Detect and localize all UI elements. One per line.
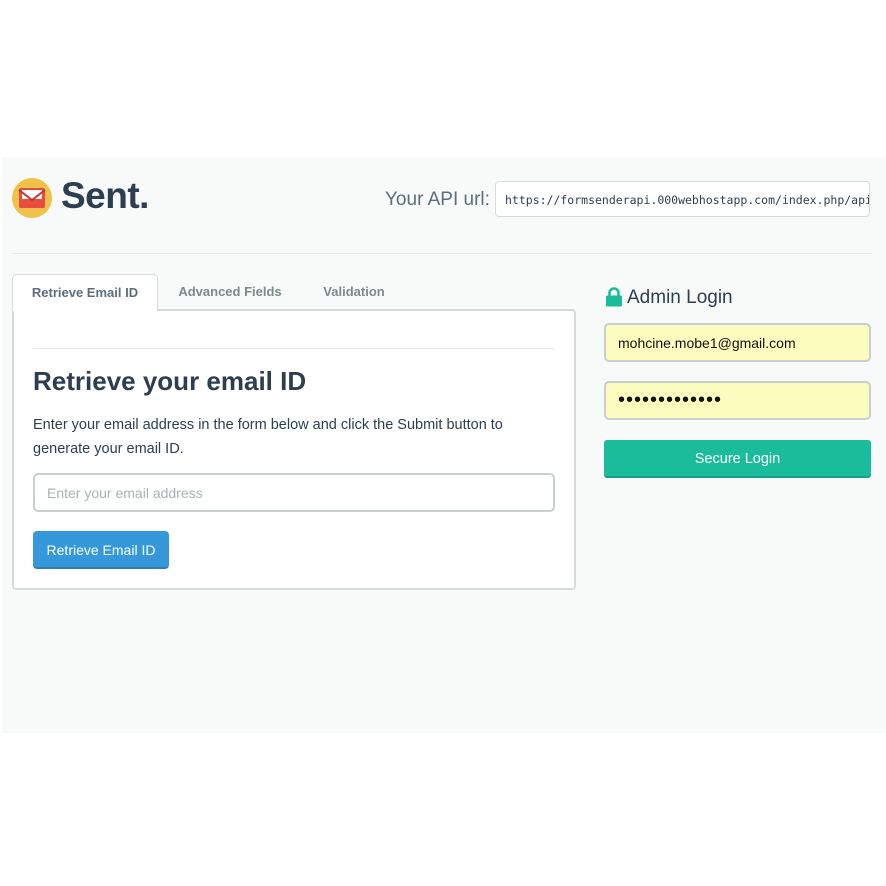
app-window: Sent. Your API url: https://formsenderap… <box>2 157 886 733</box>
panel-divider <box>33 348 555 349</box>
brand-name: Sent. <box>61 175 149 216</box>
admin-email-field[interactable] <box>604 323 871 362</box>
tab-retrieve-email-id[interactable]: Retrieve Email ID <box>12 274 158 311</box>
api-url-label: Your API url: <box>385 189 490 210</box>
api-url-field[interactable]: https://formsenderapi.000webhostapp.com/… <box>495 181 870 217</box>
admin-login-title: Admin Login <box>627 287 733 308</box>
envelope-icon <box>12 178 52 218</box>
admin-password-field[interactable] <box>604 381 871 420</box>
panel-title: Retrieve your email ID <box>33 366 307 396</box>
retrieve-email-id-button[interactable]: Retrieve Email ID <box>33 531 169 569</box>
tab-advanced-fields[interactable]: Advanced Fields <box>162 274 298 310</box>
tab-validation[interactable]: Validation <box>302 274 406 310</box>
panel-description: Enter your email address in the form bel… <box>33 417 503 457</box>
lock-icon <box>605 287 623 307</box>
retrieve-panel: Retrieve your email ID Enter your email … <box>12 309 576 590</box>
secure-login-button[interactable]: Secure Login <box>604 440 871 478</box>
header-divider <box>12 253 872 254</box>
email-address-input[interactable] <box>33 473 555 512</box>
